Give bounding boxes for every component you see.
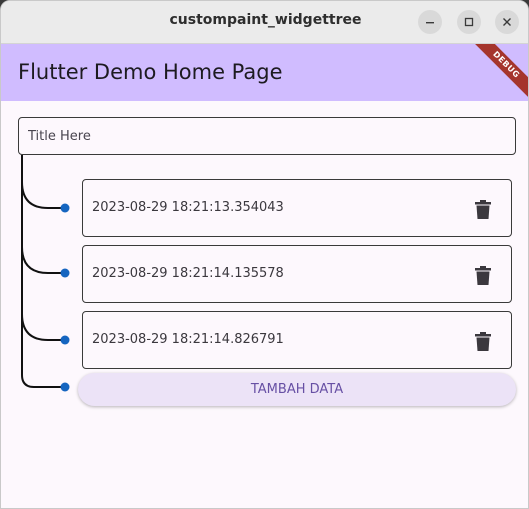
list-item: 2023-08-29 18:21:14.826791 bbox=[82, 311, 512, 369]
list-item: 2023-08-29 18:21:14.135578 bbox=[82, 245, 512, 303]
delete-button[interactable] bbox=[473, 330, 493, 352]
delete-button[interactable] bbox=[473, 198, 493, 220]
item-timestamp: 2023-08-29 18:21:14.826791 bbox=[92, 332, 284, 347]
trash-icon bbox=[475, 199, 491, 219]
delete-button[interactable] bbox=[473, 264, 493, 286]
tree-node-dot bbox=[60, 203, 70, 213]
trash-icon bbox=[475, 265, 491, 285]
tree-branch-line bbox=[21, 313, 65, 341]
app-window: custompaint_widgettree Flutter Demo Home… bbox=[0, 0, 529, 509]
item-timestamp: 2023-08-29 18:21:14.135578 bbox=[92, 266, 284, 281]
tree-node-dot bbox=[60, 382, 70, 392]
tree-branch-line bbox=[21, 181, 65, 209]
add-data-button[interactable]: TAMBAH DATA bbox=[78, 373, 516, 406]
list-item: 2023-08-29 18:21:13.354043 bbox=[82, 179, 512, 237]
tree-branch-line bbox=[21, 246, 65, 274]
item-timestamp: 2023-08-29 18:21:13.354043 bbox=[92, 200, 284, 215]
tree-node-dot bbox=[60, 268, 70, 278]
trash-icon bbox=[475, 331, 491, 351]
tree-node-dot bbox=[60, 335, 70, 345]
tree-trunk-line bbox=[21, 155, 65, 388]
